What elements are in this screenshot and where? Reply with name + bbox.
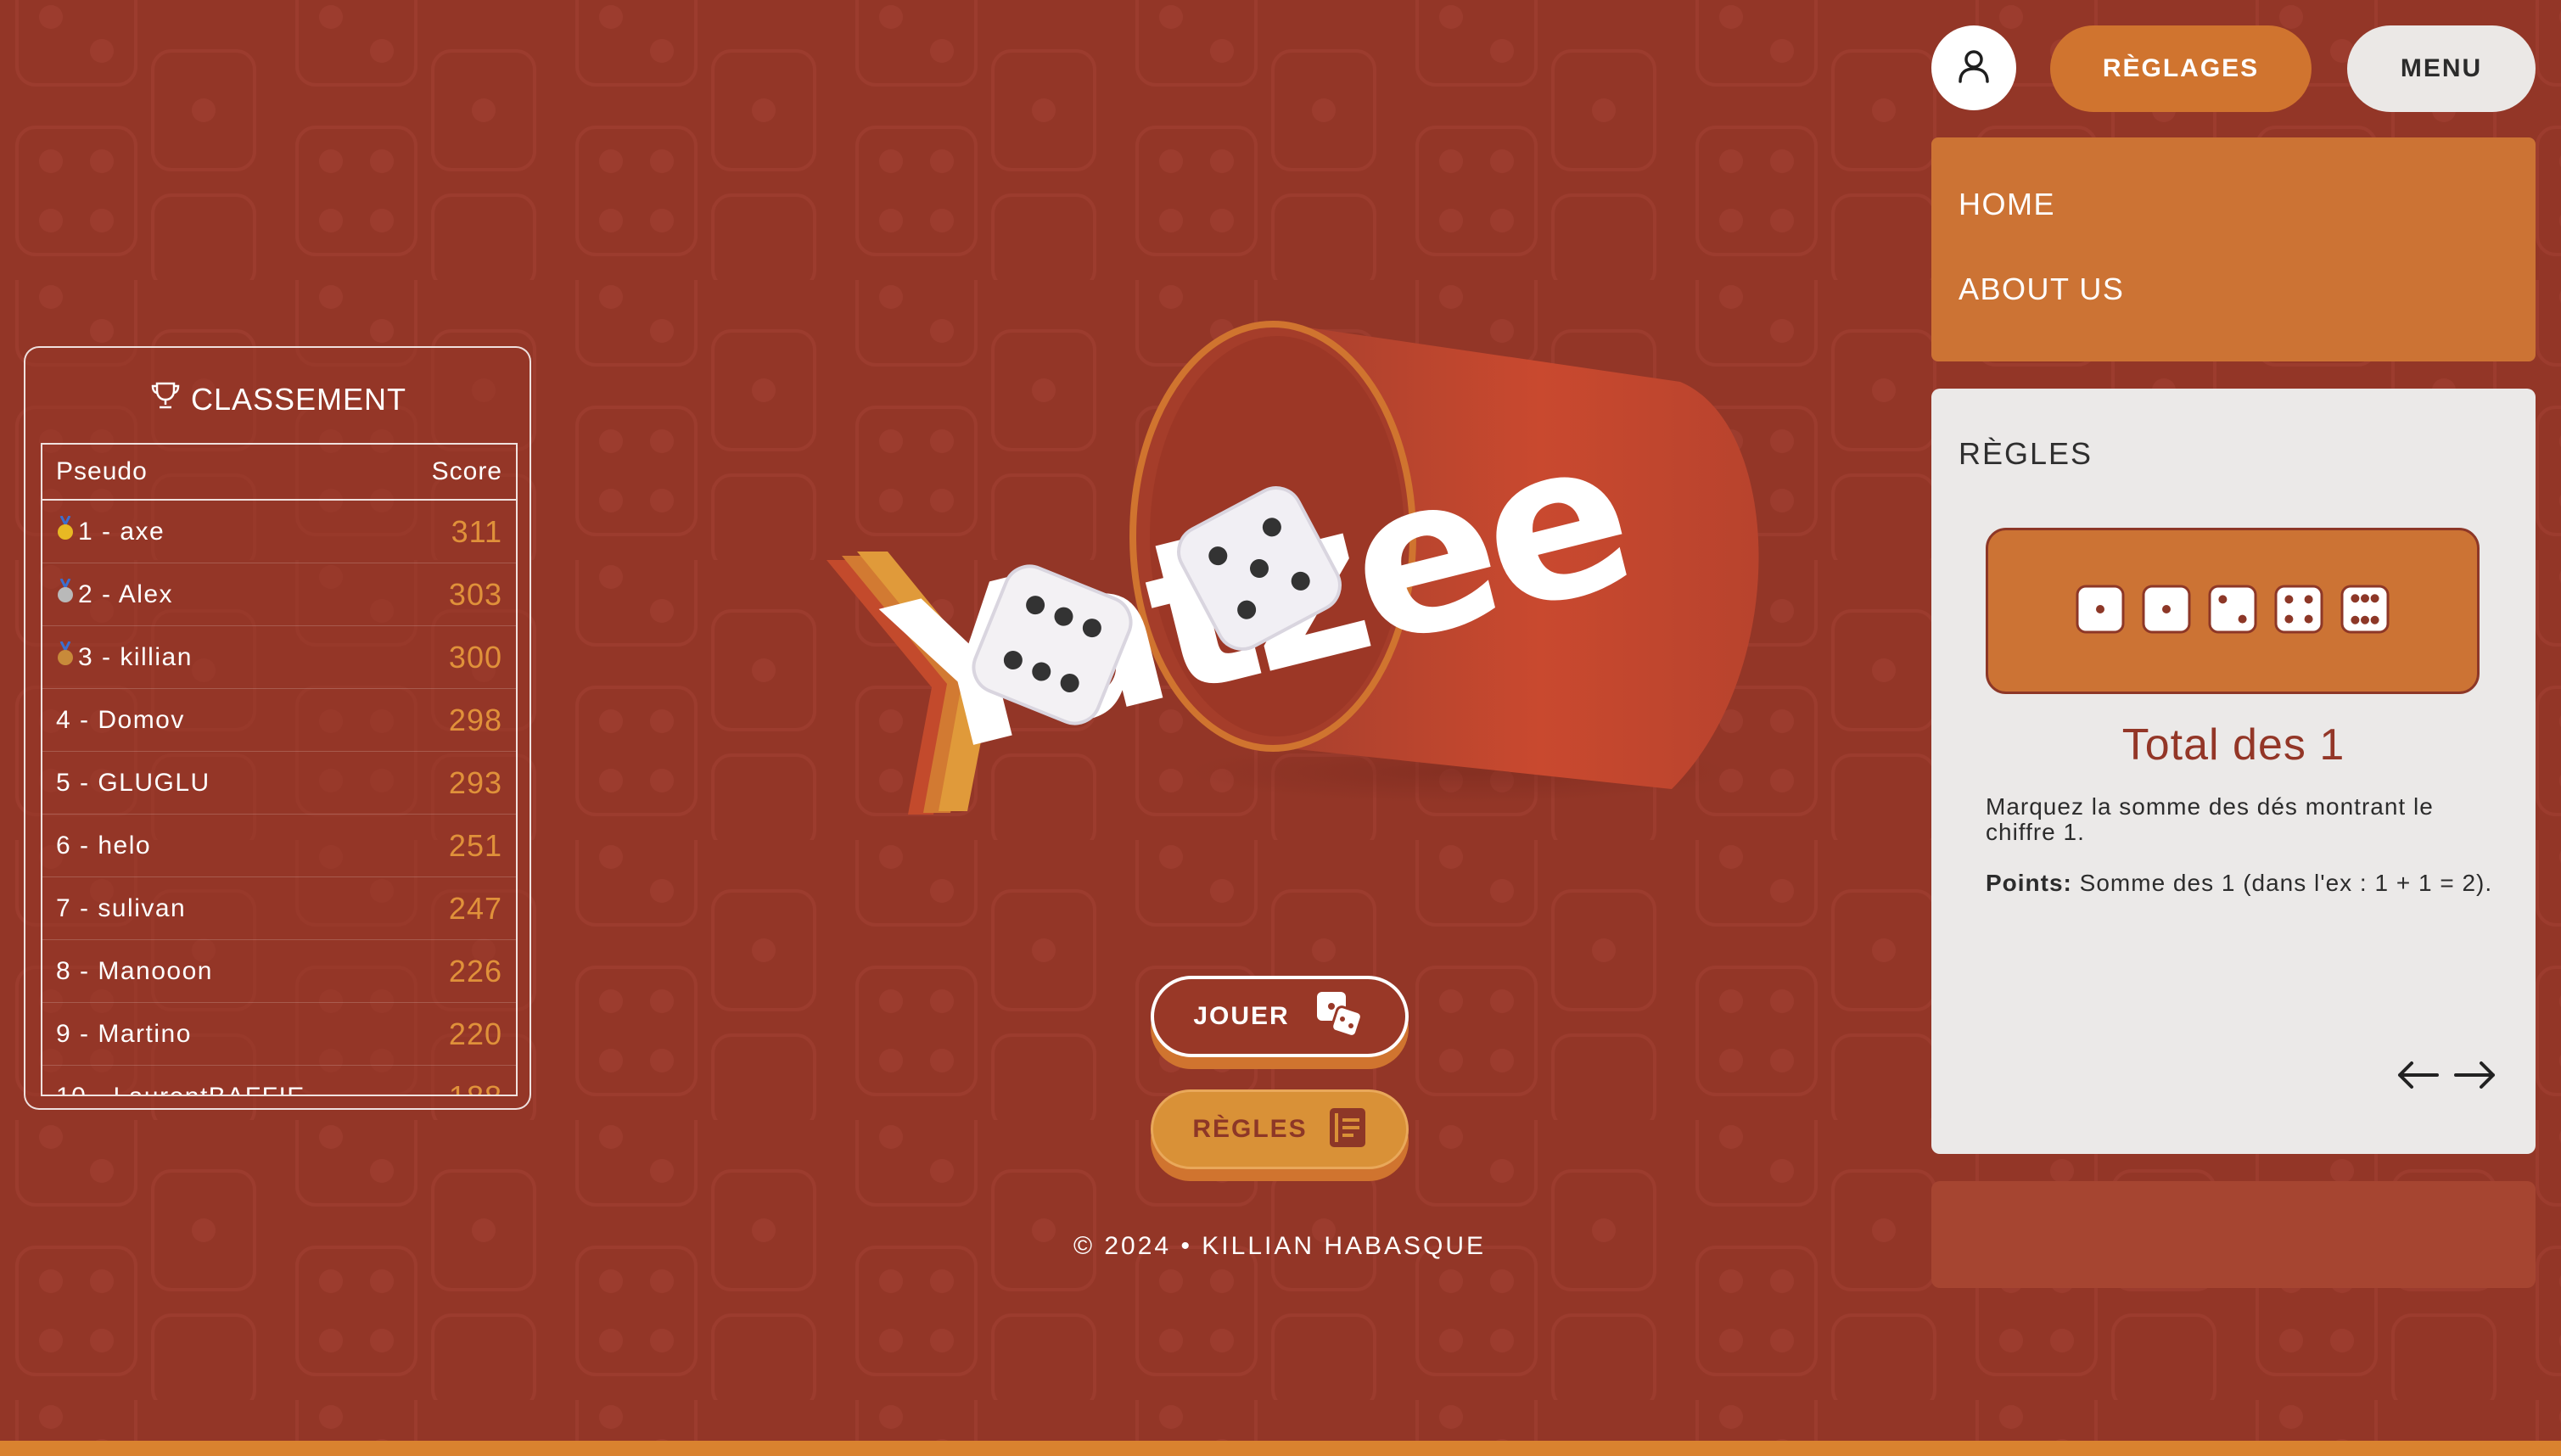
leaderboard-row: 2 - Alex 303 <box>42 563 516 626</box>
settings-button[interactable]: RÈGLAGES <box>2050 25 2312 112</box>
die-face-2-icon <box>2208 585 2257 638</box>
player-score: 300 <box>448 639 502 675</box>
arrow-right-icon <box>2451 1061 2500 1103</box>
profile-button[interactable] <box>1931 25 2016 110</box>
rules-button-label: RÈGLES <box>1192 1115 1308 1143</box>
player-name: 3 - killian <box>56 640 193 674</box>
die-face-6-icon <box>2340 585 2390 638</box>
player-name: 9 - Martino <box>56 1020 192 1049</box>
col-score: Score <box>431 457 502 485</box>
player-name-text: 10 - LaurentBAFFIE <box>56 1082 305 1096</box>
rule-points-text: Somme des 1 (dans l'ex : 1 + 1 = 2). <box>2071 870 2493 896</box>
leaderboard-row: 9 - Martino 220 <box>42 1003 516 1066</box>
prev-rule-button[interactable] <box>2393 1050 2442 1100</box>
player-name-text: 1 - axe <box>78 517 165 546</box>
play-button-label: JOUER <box>1193 1002 1290 1030</box>
player-name-text: 2 - Alex <box>78 580 174 608</box>
player-name-text: 7 - sulivan <box>56 893 187 922</box>
user-icon <box>1953 45 1995 92</box>
player-score: 303 <box>448 576 502 612</box>
leaderboard-row: 7 - sulivan 247 <box>42 877 516 940</box>
rule-points-label: Points: <box>1986 870 2072 896</box>
dice-example-box <box>1986 528 2480 694</box>
player-name-text: 3 - killian <box>78 642 193 671</box>
rules-panel-title: RÈGLES <box>1959 436 2093 471</box>
nav-item-about-us[interactable]: ABOUT US <box>1959 272 2124 307</box>
leaderboard-panel: CLASSEMENT Pseudo Score 1 - axe 311 2 - Al… <box>24 346 531 1110</box>
player-name: 6 - helo <box>56 832 151 860</box>
rulebook-icon <box>1328 1106 1367 1153</box>
play-button[interactable]: JOUER <box>1151 976 1409 1057</box>
leaderboard-row: 6 - helo 251 <box>42 815 516 877</box>
rules-panel: RÈGLES Total des 1 Marquez la somme des … <box>1931 389 2536 1154</box>
player-score: 220 <box>448 1016 502 1051</box>
leaderboard-row: 3 - killian 300 <box>42 626 516 689</box>
col-pseudo: Pseudo <box>56 457 148 485</box>
player-name: 8 - Manooon <box>56 957 213 986</box>
player-name: 10 - LaurentBAFFIE <box>56 1082 305 1096</box>
rules-button[interactable]: RÈGLES <box>1151 1089 1409 1169</box>
player-name-text: 9 - Martino <box>56 1019 192 1048</box>
player-score: 247 <box>448 890 502 926</box>
rule-description: Marquez la somme des dés montrant le chi… <box>1986 793 2434 845</box>
arrow-left-icon <box>2393 1061 2442 1103</box>
leaderboard-row: 4 - Domov 298 <box>42 689 516 752</box>
player-name: 5 - GLUGLU <box>56 769 210 798</box>
leaderboard-row: 1 - axe 311 <box>42 501 516 563</box>
copyright-text: © 2024 • KILLIAN HABASQUE <box>1073 1232 1487 1260</box>
player-score: 311 <box>451 513 502 549</box>
player-name: 1 - axe <box>56 514 165 548</box>
secondary-panel <box>1931 1181 2536 1288</box>
silver-medal-icon <box>56 577 78 611</box>
bottom-accent-bar <box>0 1441 2561 1456</box>
player-score: 293 <box>448 764 502 800</box>
leaderboard-title: CLASSEMENT <box>25 378 530 420</box>
player-name: 4 - Domov <box>56 706 185 735</box>
leaderboard-row: 5 - GLUGLU 293 <box>42 752 516 815</box>
player-score: 226 <box>448 953 502 988</box>
gold-medal-icon <box>56 514 78 548</box>
player-name: 7 - sulivan <box>56 894 186 923</box>
next-rule-button[interactable] <box>2451 1050 2500 1100</box>
leaderboard-table[interactable]: Pseudo Score 1 - axe 311 2 - Alex 303 3 - ki… <box>41 443 518 1096</box>
player-name: 2 - Alex <box>56 577 174 611</box>
trophy-icon <box>149 378 182 420</box>
player-score: 251 <box>448 827 502 863</box>
player-name-text: 5 - GLUGLU <box>56 768 210 797</box>
nav-menu: HOME ABOUT US <box>1931 137 2536 361</box>
die-face-4-icon <box>2274 585 2323 638</box>
dice-icon <box>1314 988 1366 1045</box>
menu-button[interactable]: MENU <box>2347 25 2536 112</box>
leaderboard-header: Pseudo Score <box>42 445 516 501</box>
player-score: 188 <box>448 1078 502 1096</box>
player-name-text: 6 - helo <box>56 831 152 860</box>
rule-heading: Total des 1 <box>2121 720 2345 770</box>
nav-item-home[interactable]: HOME <box>1959 187 2055 222</box>
leaderboard-row: 8 - Manooon 226 <box>42 940 516 1003</box>
player-name-text: 4 - Domov <box>56 705 185 734</box>
leaderboard-rows: 1 - axe 311 2 - Alex 303 3 - killian 300 4 - D… <box>42 501 516 1096</box>
leaderboard-title-text: CLASSEMENT <box>190 381 407 417</box>
die-face-1-icon <box>2076 585 2125 638</box>
bronze-medal-icon <box>56 640 78 674</box>
die-face-1-icon <box>2142 585 2191 638</box>
player-name-text: 8 - Manooon <box>56 956 213 985</box>
rule-points: Points: Somme des 1 (dans l'ex : 1 + 1 =… <box>1986 871 2495 896</box>
player-score: 298 <box>448 702 502 737</box>
leaderboard-row: 10 - LaurentBAFFIE 188 <box>42 1066 516 1096</box>
yatzee-logo: Yatzee <box>827 321 1759 815</box>
